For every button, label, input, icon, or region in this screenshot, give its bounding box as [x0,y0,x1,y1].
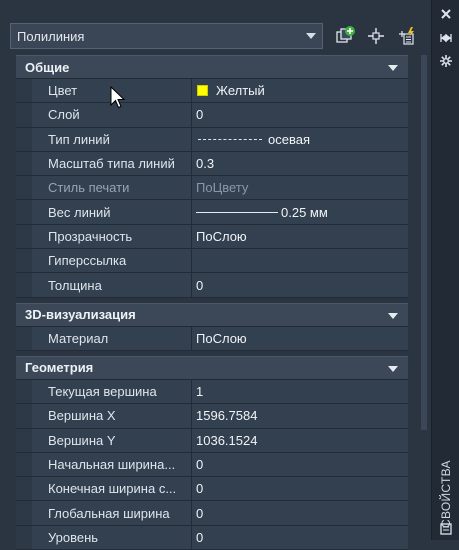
property-name: Уровень [32,525,192,550]
lineweight-preview [196,211,278,213]
chevron-down-icon [306,33,316,39]
property-name: Тип линий [32,127,192,151]
property-row-transparency[interactable]: Прозрачность ПоСлою [16,224,408,250]
property-row-current-vertex[interactable]: Текущая вершина 1 [16,379,408,405]
property-row-global-width[interactable]: Глобальная ширина 0 [16,501,408,526]
properties-menu-icon[interactable] [439,54,453,68]
section-general[interactable]: Общие [16,55,408,79]
property-name: Конечная ширина с... [32,477,192,501]
property-name: Вершина X [32,404,192,428]
palette-properties-icon[interactable] [439,522,453,536]
linetype-preview [198,138,262,140]
toggle-pickadd-icon[interactable] [334,25,356,47]
property-name: Стиль печати [32,176,192,200]
property-name: Масштаб типа линий [32,151,192,176]
property-row-start-width[interactable]: Начальная ширина... 0 [16,452,408,478]
property-name: Толщина [32,273,192,297]
vertical-scrollbar[interactable] [420,55,428,540]
select-objects-icon[interactable] [365,25,387,47]
property-row-material[interactable]: Материал ПоСлою [16,326,408,351]
scrollbar-thumb[interactable] [421,55,427,430]
color-swatch [197,85,208,97]
property-value[interactable]: 1036.1524 [192,428,408,452]
property-value[interactable]: 0 [192,477,408,501]
section-title: Общие [25,59,70,75]
property-row-linetype[interactable]: Тип линий осевая [16,127,408,152]
property-row-vertex-x[interactable]: Вершина X 1596.7584 [16,404,408,429]
property-value[interactable]: ПоСлою [192,224,408,249]
property-row-plot-style[interactable]: Стиль печати ПоЦвету [16,176,408,201]
property-value[interactable] [192,249,408,273]
chevron-down-icon[interactable] [388,65,398,71]
property-name: Гиперссылка [32,249,192,273]
property-value[interactable]: 0.3 [192,151,408,176]
property-row-layer[interactable]: Слой 0 [16,103,408,128]
linetype-value: осевая [268,131,310,147]
close-icon[interactable] [439,7,453,21]
property-value[interactable]: 0 [192,103,408,127]
property-value[interactable]: 0 [192,501,408,525]
property-value[interactable]: ПоСлою [192,326,408,350]
property-row-vertex-y[interactable]: Вершина Y 1036.1524 [16,428,408,453]
object-type-value: Полилиния [17,28,85,44]
properties-panel: Полилиния Общие Цвет Желтый Слой 0 Тип л… [0,0,431,550]
lineweight-value: 0.25 мм [281,204,328,220]
property-value[interactable]: осевая [192,127,408,151]
property-name: Вершина Y [32,428,192,452]
auto-hide-icon[interactable] [439,31,453,45]
property-row-end-width[interactable]: Конечная ширина с... 0 [16,477,408,502]
property-name: Вес линий [32,200,192,224]
chevron-down-icon[interactable] [388,365,398,372]
property-name: Начальная ширина... [32,452,192,477]
property-name: Прозрачность [32,224,192,249]
object-type-dropdown[interactable]: Полилиния [10,23,323,49]
property-row-elevation[interactable]: Уровень 0 [16,525,408,550]
section-3d-visualization[interactable]: 3D-визуализация [16,302,408,327]
property-row-color[interactable]: Цвет Желтый [16,79,408,104]
property-value[interactable]: ПоЦвету [192,176,408,200]
property-name: Материал [32,326,192,350]
mouse-cursor-icon [110,86,126,109]
property-value[interactable]: 1 [192,379,408,404]
property-grid: Общие Цвет Желтый Слой 0 Тип линий осева… [16,55,408,550]
property-value[interactable]: 0 [192,525,408,550]
property-row-lineweight[interactable]: Вес линий 0.25 мм [16,200,408,225]
palette-title-bar: СВОЙСТВА [431,0,459,540]
quick-select-icon[interactable] [395,25,417,47]
property-value[interactable]: Желтый [192,79,408,103]
color-value: Желтый [216,83,265,99]
property-name: Глобальная ширина [32,501,192,525]
property-row-thickness[interactable]: Толщина 0 [16,273,408,298]
chevron-down-icon[interactable] [388,312,398,319]
property-value[interactable]: 0 [192,273,408,297]
section-title: Геометрия [25,360,94,376]
property-value[interactable]: 0 [192,452,408,477]
property-row-hyperlink[interactable]: Гиперссылка [16,249,408,274]
property-row-linetype-scale[interactable]: Масштаб типа линий 0.3 [16,151,408,177]
property-name: Текущая вершина [32,379,192,404]
property-value[interactable]: 0.25 мм [192,200,408,224]
property-value[interactable]: 1596.7584 [192,404,408,428]
section-geometry[interactable]: Геометрия [16,355,408,380]
section-title: 3D-визуализация [25,307,136,323]
palette-title: СВОЙСТВА [439,460,453,528]
